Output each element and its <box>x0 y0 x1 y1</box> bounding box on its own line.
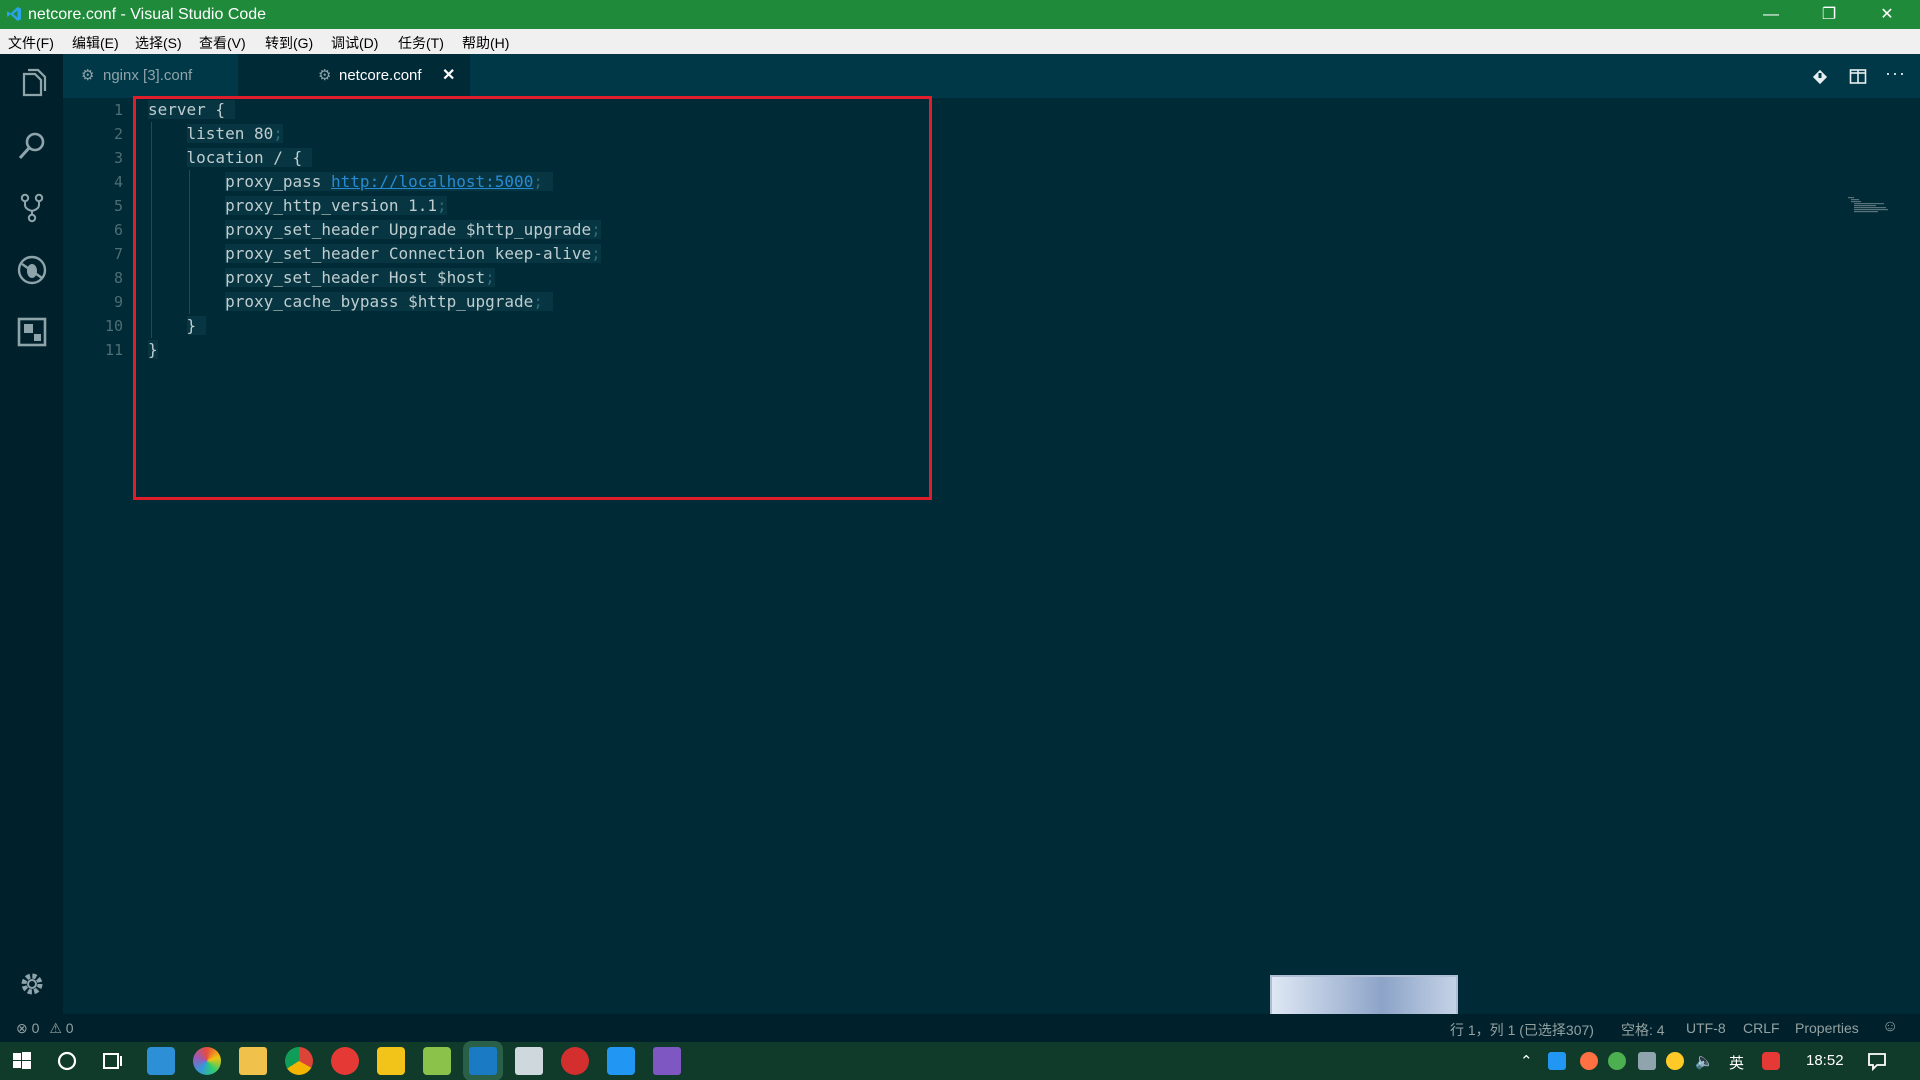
line-ending-status[interactable]: CRLF <box>1743 1020 1780 1036</box>
chrome-icon[interactable] <box>285 1047 313 1075</box>
config-file-icon: ⚙ <box>81 67 95 84</box>
action-center-icon[interactable] <box>1866 1050 1888 1072</box>
ime-indicator[interactable]: 英 <box>1729 1052 1744 1073</box>
config-file-icon: ⚙ <box>318 67 332 84</box>
feedback-smiley-icon[interactable]: ☺ <box>1882 1018 1898 1036</box>
app-icon-red[interactable] <box>561 1047 589 1075</box>
search-circle-icon[interactable] <box>53 1047 81 1075</box>
show-hidden-icons-icon[interactable]: ⌃ <box>1520 1052 1533 1070</box>
tab-label: nginx [3].conf <box>103 67 193 84</box>
highlight-box <box>133 96 932 500</box>
line-number: 7 <box>113 245 123 263</box>
error-icon: ⊗ <box>16 1020 28 1036</box>
app-icon-browser[interactable] <box>147 1047 175 1075</box>
restore-button[interactable]: ❐ <box>1800 0 1858 29</box>
problems-indicator[interactable]: ⊗ 0 ⚠ 0 <box>16 1020 74 1037</box>
indentation-status[interactable]: 空格: 4 <box>1621 1020 1665 1040</box>
split-editor-icon[interactable] <box>1849 68 1867 86</box>
tab-nginx-conf[interactable]: ⚙ nginx [3].conf <box>63 54 238 98</box>
line-number: 4 <box>113 173 123 191</box>
menu-goto[interactable]: 转到(G) <box>265 33 313 53</box>
network-icon[interactable] <box>1638 1052 1656 1070</box>
tray-app-icon[interactable] <box>1666 1052 1684 1070</box>
wechat-icon[interactable] <box>1608 1052 1626 1070</box>
line-number: 6 <box>113 221 123 239</box>
line-number: 3 <box>113 149 123 167</box>
menu-selection[interactable]: 选择(S) <box>135 33 182 53</box>
source-control-icon[interactable] <box>14 190 50 226</box>
vscode-logo-icon <box>7 7 21 21</box>
cursor-position[interactable]: 行 1，列 1 (已选择307) <box>1450 1020 1594 1040</box>
more-actions-icon[interactable]: ··· <box>1885 63 1906 84</box>
status-bar: ⊗ 0 ⚠ 0 行 1，列 1 (已选择307) 空格: 4 UTF-8 CRL… <box>0 1014 1920 1042</box>
menu-bar: 文件(F) 编辑(E) 选择(S) 查看(V) 转到(G) 调试(D) 任务(T… <box>0 29 1920 55</box>
search-icon[interactable] <box>14 128 50 164</box>
clock[interactable]: 18:52 <box>1806 1052 1844 1069</box>
visual-studio-icon[interactable] <box>653 1047 681 1075</box>
line-number: 1 <box>113 101 123 119</box>
minimap[interactable] <box>1848 196 1892 214</box>
extensions-icon[interactable] <box>14 314 50 350</box>
app-icon-blue[interactable] <box>607 1047 635 1075</box>
menu-view[interactable]: 查看(V) <box>199 33 246 53</box>
tab-bar: ⚙ nginx [3].conf ⚙ netcore.conf ✕ ··· <box>63 54 1920 98</box>
debug-icon[interactable] <box>14 252 50 288</box>
vscode-taskbar-icon[interactable] <box>469 1047 497 1075</box>
tray-app-icon[interactable] <box>1548 1052 1566 1070</box>
explorer-icon[interactable] <box>14 66 50 102</box>
tab-netcore-conf[interactable]: ⚙ netcore.conf ✕ <box>238 54 470 98</box>
windows-taskbar: ⌃ 🔈 英 18:52 <box>0 1042 1920 1080</box>
app-icon-colorpicker[interactable] <box>193 1047 221 1075</box>
app-icon-green[interactable] <box>423 1047 451 1075</box>
line-number: 8 <box>113 269 123 287</box>
line-number: 2 <box>113 125 123 143</box>
language-mode-status[interactable]: Properties <box>1795 1020 1859 1036</box>
tab-label: netcore.conf <box>339 67 422 84</box>
menu-edit[interactable]: 编辑(E) <box>72 33 119 53</box>
open-changes-icon[interactable] <box>1811 68 1829 86</box>
close-tab-icon[interactable]: ✕ <box>442 65 455 85</box>
menu-tasks[interactable]: 任务(T) <box>398 33 444 53</box>
volume-icon[interactable]: 🔈 <box>1695 1052 1714 1070</box>
menu-debug[interactable]: 调试(D) <box>331 33 378 53</box>
line-number: 11 <box>104 341 123 359</box>
sogou-ime-icon[interactable] <box>1762 1052 1780 1070</box>
close-window-button[interactable]: ✕ <box>1858 0 1916 29</box>
app-icon-notes[interactable] <box>377 1047 405 1075</box>
line-number: 10 <box>104 317 123 335</box>
file-explorer-icon[interactable] <box>239 1047 267 1075</box>
menu-help[interactable]: 帮助(H) <box>462 33 509 53</box>
task-view-icon[interactable] <box>98 1047 126 1075</box>
windows-start-icon[interactable] <box>8 1047 36 1075</box>
minimize-button[interactable]: — <box>1742 0 1800 29</box>
warning-count: 0 <box>65 1020 74 1036</box>
encoding-status[interactable]: UTF-8 <box>1686 1020 1726 1036</box>
title-bar: netcore.conf - Visual Studio Code — ❐ ✕ <box>0 0 1920 29</box>
line-number: 9 <box>113 293 123 311</box>
line-number: 5 <box>113 197 123 215</box>
warning-icon: ⚠ <box>49 1020 62 1036</box>
settings-gear-icon[interactable] <box>14 966 50 1002</box>
menu-file[interactable]: 文件(F) <box>8 33 54 53</box>
window-title: netcore.conf - Visual Studio Code <box>28 6 267 23</box>
activity-bar <box>0 54 63 1014</box>
app-icon-document[interactable] <box>515 1047 543 1075</box>
error-count: 0 <box>31 1020 40 1036</box>
app-icon-abp[interactable] <box>331 1047 359 1075</box>
tray-app-icon[interactable] <box>1580 1052 1598 1070</box>
